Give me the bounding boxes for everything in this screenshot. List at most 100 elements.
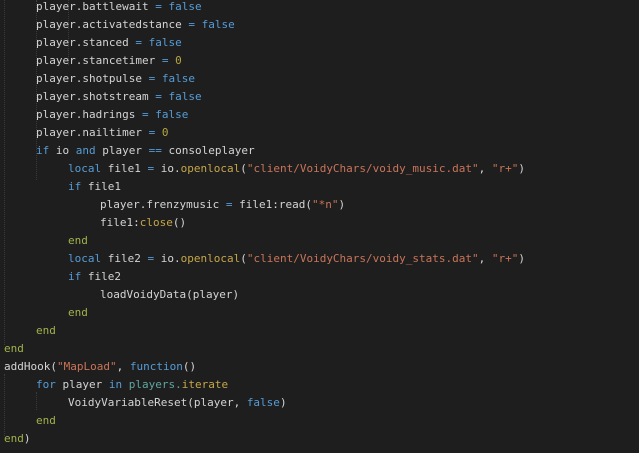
code-line[interactable]: local file1 = io.openlocal("client/Voidy… xyxy=(68,160,525,178)
code-token: file2 xyxy=(81,270,121,283)
code-token: player.shotstream xyxy=(36,90,149,103)
code-line[interactable]: VoidyVariableReset(player, false) xyxy=(68,394,287,412)
code-token: player.hadrings xyxy=(36,108,136,121)
code-line[interactable]: local file2 = io.openlocal("client/Voidy… xyxy=(68,250,525,268)
code-token: = xyxy=(128,36,149,49)
code-line[interactable]: end xyxy=(36,412,56,430)
code-line[interactable]: if io and player == consoleplayer xyxy=(36,142,255,160)
code-line[interactable]: player.stanced = false xyxy=(36,34,182,52)
code-line[interactable]: end xyxy=(68,304,88,322)
code-token: player.battlewait xyxy=(36,0,149,13)
code-line[interactable]: player.frenzymusic = file1:read("*n") xyxy=(100,196,345,214)
code-line[interactable]: player.hadrings = false xyxy=(36,106,188,124)
code-line[interactable]: player.battlewait = false xyxy=(36,0,202,16)
code-line[interactable]: addHook("MapLoad", function() xyxy=(4,358,196,376)
code-token: false xyxy=(148,36,182,49)
code-token: ) xyxy=(23,432,31,445)
code-token: VoidyVariableReset(player, xyxy=(68,396,247,409)
code-token: "r+" xyxy=(491,252,519,265)
code-token: = xyxy=(141,72,162,85)
code-token: false xyxy=(201,18,235,31)
code-token: and xyxy=(75,144,96,157)
code-token: openlocal xyxy=(180,162,241,175)
code-token: function xyxy=(129,360,183,373)
code-token: for xyxy=(36,378,56,391)
code-line[interactable]: end xyxy=(68,232,88,250)
code-token: close xyxy=(139,216,173,229)
code-line[interactable]: player.nailtimer = 0 xyxy=(36,124,168,142)
code-token: ( xyxy=(240,162,247,175)
code-token: false xyxy=(168,90,202,103)
code-line[interactable]: if file1 xyxy=(68,178,121,196)
code-token: = xyxy=(135,108,156,121)
code-token: loadVoidyData(player) xyxy=(100,288,240,301)
code-token: , xyxy=(478,162,492,175)
indent-guide xyxy=(36,392,37,410)
code-token: ) xyxy=(279,396,287,409)
code-token: "r+" xyxy=(491,162,519,175)
code-token: end xyxy=(68,306,88,319)
indent-guide xyxy=(4,374,5,436)
code-token: 0 xyxy=(175,54,182,67)
code-line[interactable]: file1:close() xyxy=(100,214,186,232)
code-token: = xyxy=(148,90,169,103)
code-token: player.stanced xyxy=(36,36,129,49)
code-token: local xyxy=(68,162,102,175)
code-token: file1:read( xyxy=(232,198,312,211)
code-token: == xyxy=(148,144,162,157)
code-token: players. xyxy=(128,378,182,391)
code-token: consoleplayer xyxy=(161,144,255,157)
code-token: file1: xyxy=(100,216,140,229)
code-line[interactable]: player.stancetimer = 0 xyxy=(36,52,182,70)
code-token: openlocal xyxy=(180,252,241,265)
code-token: player.stancetimer xyxy=(36,54,156,67)
code-token: iterate xyxy=(181,378,229,391)
code-token: end xyxy=(68,234,88,247)
code-token: = xyxy=(141,126,162,139)
code-token: end xyxy=(4,432,24,445)
code-line[interactable]: end) xyxy=(4,430,31,448)
code-line[interactable]: end xyxy=(4,340,24,358)
code-token: = xyxy=(181,18,202,31)
code-token: () xyxy=(172,216,187,229)
code-token: = xyxy=(148,0,169,13)
code-token: "MapLoad" xyxy=(56,360,117,373)
code-token: ) xyxy=(338,198,346,211)
code-token: player xyxy=(55,378,109,391)
code-token: if xyxy=(68,270,82,283)
code-token: end xyxy=(36,324,56,337)
code-token: "client/VoidyChars/voidy_music.dat" xyxy=(246,162,479,175)
code-line[interactable]: player.activatedstance = false xyxy=(36,16,235,34)
code-token: "*n" xyxy=(311,198,339,211)
code-token: in xyxy=(108,378,123,391)
code-line[interactable]: for player in players.iterate xyxy=(36,376,228,394)
code-token: end xyxy=(4,342,24,355)
code-token: () xyxy=(182,360,197,373)
code-line[interactable]: loadVoidyData(player) xyxy=(100,286,239,304)
code-token: ) xyxy=(518,162,526,175)
code-line[interactable]: if file2 xyxy=(68,268,121,286)
code-token: file2 xyxy=(101,252,148,265)
code-token: ) xyxy=(518,252,526,265)
code-token: local xyxy=(68,252,102,265)
code-token: player xyxy=(95,144,149,157)
code-token: player.nailtimer xyxy=(36,126,142,139)
code-token: 0 xyxy=(161,126,169,139)
code-token: end xyxy=(36,414,56,427)
code-token: file1 xyxy=(81,180,121,193)
code-token: io xyxy=(55,144,70,157)
code-token: io. xyxy=(154,252,181,265)
code-token: player.frenzymusic xyxy=(100,198,226,211)
code-token: , xyxy=(116,360,130,373)
code-token: false xyxy=(246,396,280,409)
code-token: , xyxy=(478,252,492,265)
code-token: "client/VoidyChars/voidy_stats.dat" xyxy=(246,252,479,265)
code-token: io. xyxy=(154,162,181,175)
code-line[interactable]: player.shotstream = false xyxy=(36,88,202,106)
code-line[interactable]: player.shotpulse = false xyxy=(36,70,195,88)
code-editor[interactable]: player.battlewait = false player.activate… xyxy=(0,0,639,453)
code-line[interactable]: end xyxy=(36,322,56,340)
